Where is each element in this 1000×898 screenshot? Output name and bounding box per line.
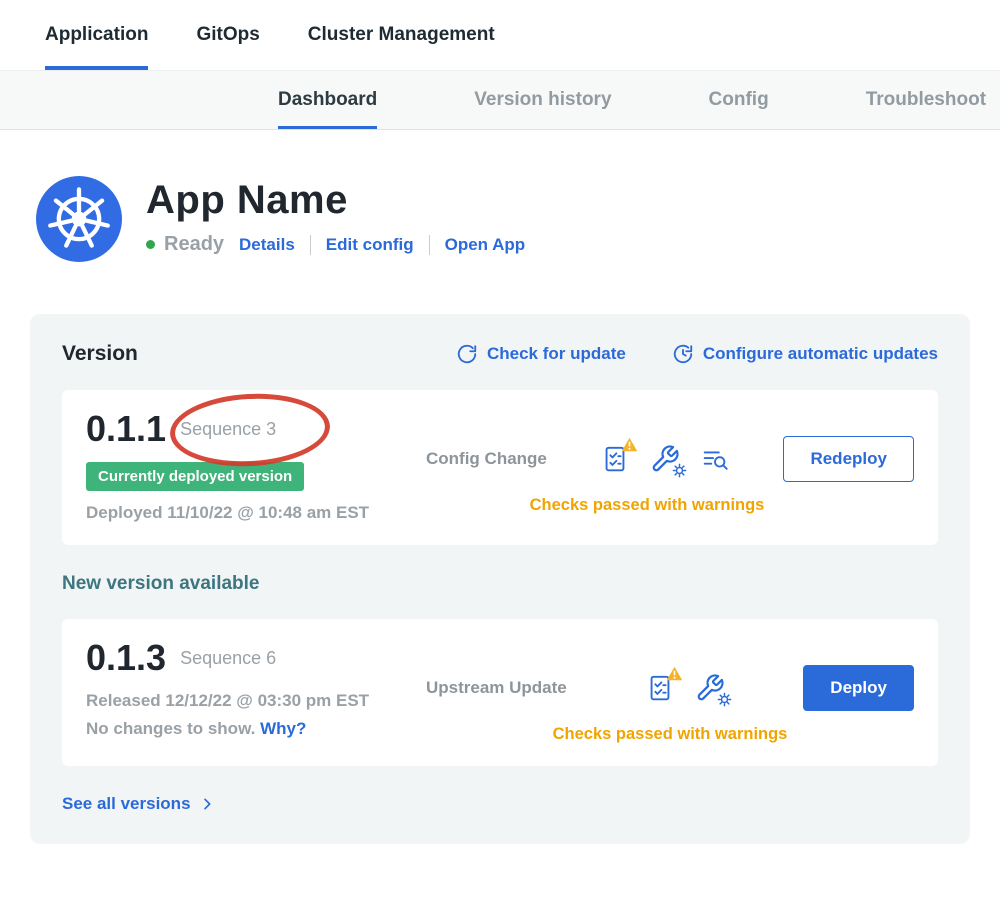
version-number: 0.1.1 [86,408,166,450]
configure-auto-updates-label: Configure automatic updates [703,344,938,364]
gear-icon [672,463,687,478]
details-link[interactable]: Details [239,235,295,255]
version-panel-header: Version Check for update [62,342,938,366]
checks-status-text: Checks passed with warnings [426,725,914,744]
no-changes-text: No changes to show. [86,719,255,738]
refresh-icon [456,343,478,365]
see-all-versions-label: See all versions [62,794,191,814]
current-version-card: 0.1.1 Sequence 3 Currently deployed vers… [62,390,938,545]
checks-status-text: Checks passed with warnings [426,496,914,515]
check-for-update-link[interactable]: Check for update [456,343,626,365]
nav-item-gitops[interactable]: GitOps [196,0,259,70]
change-type-label: Config Change [426,449,547,469]
chevron-right-icon [199,796,215,812]
version-heading: Version [62,342,138,366]
deployed-badge: Currently deployed version [86,462,304,491]
check-icons-group [645,673,725,703]
warning-triangle-icon [666,666,683,681]
clock-refresh-icon [672,343,694,365]
warning-triangle-icon [621,437,638,452]
tab-troubleshoot[interactable]: Troubleshoot [866,71,986,129]
check-icons-group [600,444,730,474]
preflight-checks-icon[interactable] [645,673,675,703]
diff-search-icon[interactable] [700,444,730,474]
tab-version-history[interactable]: Version history [474,71,611,129]
redeploy-button[interactable]: Redeploy [783,436,914,482]
preflight-checks-icon[interactable] [600,444,630,474]
current-version-info: 0.1.1 Sequence 3 Currently deployed vers… [86,408,426,523]
status-row: Ready Details Edit config Open App [146,233,525,256]
check-for-update-label: Check for update [487,344,626,364]
page-title: App Name [146,178,525,223]
version-actions: Check for update Configure automatic upd… [456,343,938,365]
deployed-timestamp: Deployed 11/10/22 @ 10:48 am EST [86,503,426,523]
new-version-card: 0.1.3 Sequence 6 Released 12/12/22 @ 03:… [62,619,938,766]
new-version-info: 0.1.3 Sequence 6 Released 12/12/22 @ 03:… [86,637,426,744]
why-link[interactable]: Why? [260,719,306,738]
primary-nav: Application GitOps Cluster Management [0,0,1000,70]
open-app-link[interactable]: Open App [445,235,526,255]
divider [429,235,430,255]
gear-icon [717,692,732,707]
version-sequence: Sequence 3 [180,419,276,440]
edit-config-link[interactable]: Edit config [326,235,414,255]
wrench-gear-icon[interactable] [695,673,725,703]
see-all-versions-link[interactable]: See all versions [62,794,215,814]
version-sequence: Sequence 6 [180,648,276,669]
app-header-text: App Name Ready Details Edit config Open … [146,176,525,256]
wrench-gear-icon[interactable] [650,444,680,474]
app-header: App Name Ready Details Edit config Open … [36,176,1000,262]
configure-auto-updates-link[interactable]: Configure automatic updates [672,343,938,365]
secondary-nav: Dashboard Version history Config Trouble… [0,70,1000,130]
version-panel: Version Check for update [30,314,970,844]
nav-item-application[interactable]: Application [45,0,148,70]
no-changes-row: No changes to show. Why? [86,719,426,739]
nav-item-cluster-management[interactable]: Cluster Management [308,0,495,70]
deploy-button[interactable]: Deploy [803,665,914,711]
version-number: 0.1.3 [86,637,166,679]
kubernetes-logo-icon [36,176,122,262]
divider [310,235,311,255]
new-version-detail: Upstream Update [426,665,914,744]
status-dot-icon [146,240,155,249]
tab-config[interactable]: Config [709,71,769,129]
new-version-banner: New version available [62,573,938,595]
released-timestamp: Released 12/12/22 @ 03:30 pm EST [86,691,426,711]
current-version-detail: Config Change [426,436,914,523]
status-text: Ready [164,233,224,256]
change-type-label: Upstream Update [426,678,567,698]
tab-dashboard[interactable]: Dashboard [278,71,377,129]
